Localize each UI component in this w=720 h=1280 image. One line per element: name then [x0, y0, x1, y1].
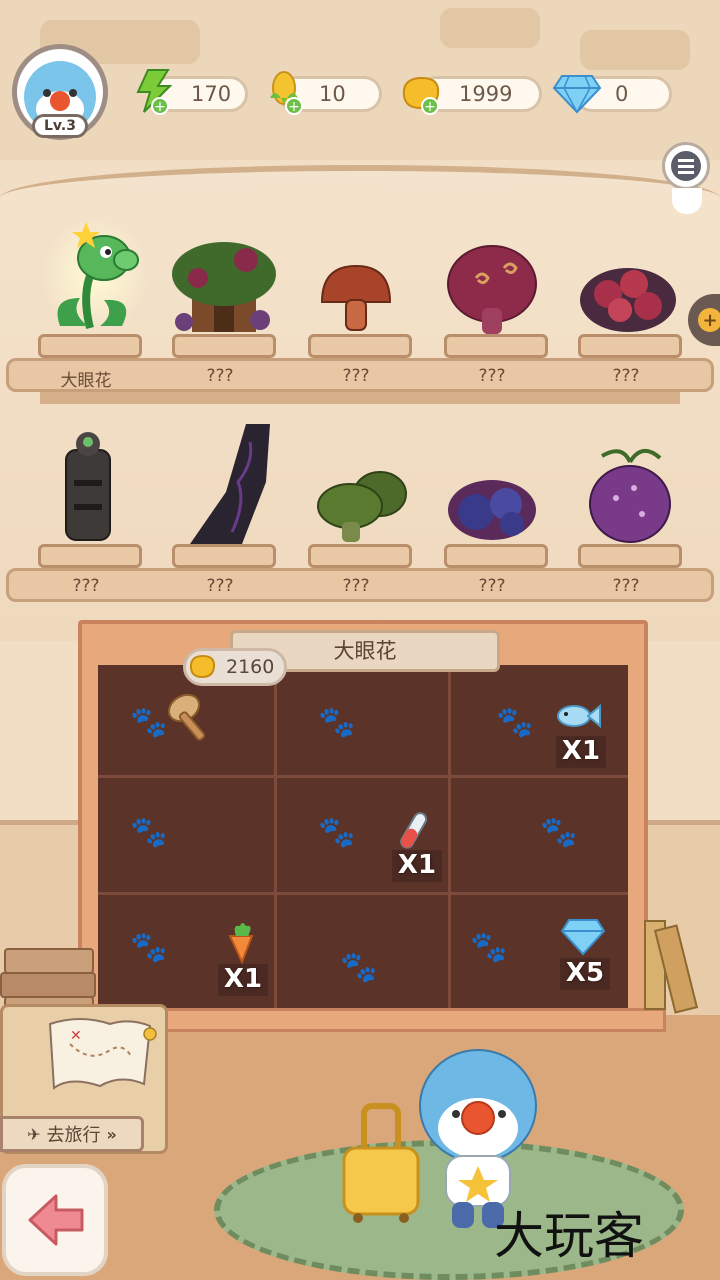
dark-spire-icon	[190, 424, 270, 544]
gold-nugget-icon	[189, 654, 216, 679]
pedestal	[308, 334, 412, 358]
gold-nugget-icon: +	[402, 76, 440, 115]
plant-label[interactable]: ???	[432, 366, 552, 386]
red-berry-bush-icon	[580, 268, 676, 332]
frame-ledge	[90, 1008, 666, 1032]
lightning-icon: +	[136, 69, 173, 115]
paw-icon: 🐾	[130, 705, 168, 740]
wall-brick	[440, 8, 540, 48]
purple-pumpkin-icon	[589, 449, 671, 543]
treasure-map-icon[interactable]: ✕	[40, 1014, 160, 1098]
reward-count: X1	[392, 850, 442, 882]
plant-label[interactable]: ???	[566, 366, 686, 386]
reward-count: X1	[218, 964, 268, 996]
pedestal	[38, 544, 142, 568]
energy-value: 170	[191, 82, 232, 106]
puzzle-divider	[98, 892, 628, 895]
plant-label[interactable]: ???	[296, 576, 416, 596]
pedestal	[308, 544, 412, 568]
cost-value: 2160	[226, 656, 275, 678]
pedestal	[172, 334, 276, 358]
player-level: Lv.3	[32, 114, 88, 138]
eye-flower-plant-icon[interactable]	[40, 218, 150, 334]
paw-icon: 🐾	[130, 930, 168, 965]
stone-totem-icon	[65, 432, 111, 541]
shelf-support	[40, 392, 680, 404]
pedestal	[578, 544, 682, 568]
mallet-icon[interactable]	[164, 690, 220, 746]
watermark: 大玩客	[494, 1207, 644, 1265]
plant-label[interactable]: ???	[26, 576, 146, 596]
paw-icon: 🐾	[496, 705, 534, 740]
pedestal	[578, 334, 682, 358]
plant-label[interactable]: 大眼花	[26, 366, 146, 391]
diamond-icon	[552, 75, 602, 114]
plant-label[interactable]: ???	[432, 576, 552, 596]
paw-icon: 🐾	[318, 705, 356, 740]
svg-text:+: +	[154, 99, 166, 115]
puzzle-divider	[274, 665, 277, 1010]
plant-label[interactable]: ???	[566, 576, 686, 596]
paw-icon: 🐾	[540, 815, 578, 850]
wall-brick	[580, 30, 690, 70]
blueberry-cluster-icon	[448, 480, 536, 540]
arrow-left-icon	[28, 1194, 84, 1246]
pedestal	[38, 334, 142, 358]
purple-spiral-mushroom-icon	[447, 245, 537, 334]
airplane-icon: ✈	[27, 1124, 41, 1144]
corn-icon: +	[270, 71, 303, 115]
coin-value: 1999	[459, 82, 513, 106]
reward-count: X1	[556, 736, 606, 768]
menu-button[interactable]	[662, 142, 710, 190]
back-button[interactable]	[2, 1164, 108, 1276]
paw-icon: 🐾	[130, 815, 168, 850]
travel-button[interactable]: ✈ 去旅行 »	[0, 1116, 144, 1152]
plus-circle-icon: +	[698, 308, 720, 332]
svg-text:+: +	[424, 99, 436, 115]
travel-button-label: 去旅行	[46, 1125, 101, 1146]
paw-icon: 🐾	[340, 950, 378, 985]
svg-text:+: +	[702, 310, 717, 331]
svg-text:+: +	[288, 99, 300, 115]
reward-count: X5	[560, 958, 610, 990]
carrot-icon	[228, 923, 254, 964]
green-mushroom-icon	[317, 471, 407, 542]
plant-label[interactable]: ???	[296, 366, 416, 386]
puzzle-divider	[98, 775, 628, 778]
book	[4, 948, 94, 974]
red-mushroom-icon	[320, 264, 392, 331]
pedestal	[444, 544, 548, 568]
pedestal	[444, 334, 548, 358]
svg-text:✕: ✕	[70, 1028, 82, 1044]
list-icon	[671, 151, 701, 181]
side-add-button[interactable]: +	[688, 294, 720, 346]
double-chevron-icon: »	[106, 1124, 117, 1144]
menu-tassel	[672, 188, 702, 214]
bush-house-icon	[172, 242, 276, 332]
fish-icon	[557, 703, 601, 729]
paw-icon: 🐾	[470, 930, 508, 965]
corn-value: 10	[319, 82, 346, 106]
puzzle-divider	[448, 665, 451, 1010]
diamond-icon	[560, 919, 606, 956]
book	[0, 972, 96, 998]
pedestal	[172, 544, 276, 568]
test-tube-icon	[400, 812, 428, 849]
plant-label[interactable]: ???	[160, 366, 280, 386]
paw-icon: 🐾	[318, 815, 356, 850]
plant-label[interactable]: ???	[160, 576, 280, 596]
diamond-value: 0	[615, 82, 629, 106]
